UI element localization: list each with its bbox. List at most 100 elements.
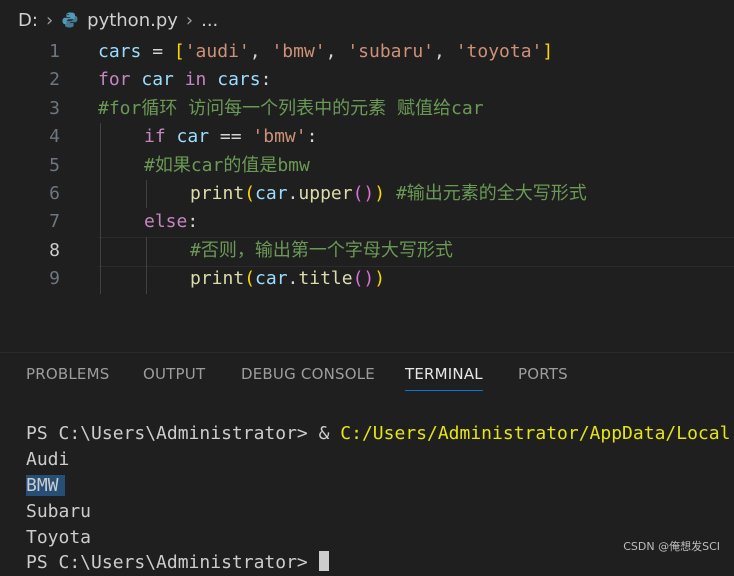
line-number: 5 — [49, 154, 60, 176]
code-text: cars = ['audi', 'bmw', 'subaru', 'toyota… — [98, 38, 553, 66]
code-line[interactable]: 5 #如果car的值是bmw — [0, 152, 734, 180]
code-token: = — [141, 41, 174, 62]
terminal-prompt-line: PS C:\Users\Administrator> — [26, 550, 329, 576]
code-token: . — [287, 183, 299, 204]
code-token: 'bmw' — [252, 126, 307, 148]
terminal-cursor — [318, 551, 329, 571]
terminal-command-path: C:/Users/Administrator/AppData/Local — [340, 423, 731, 444]
code-token: #输出元素的全大写形式 — [395, 183, 587, 204]
code-text: #for循环 访问每一个列表中的元素 赋值给car — [98, 95, 484, 123]
terminal-prompt: PS C:\Users\Administrator> — [26, 423, 319, 444]
line-number: 7 — [49, 211, 60, 233]
tab-debug-console[interactable]: DEBUG CONSOLE — [241, 365, 375, 383]
chevron-right-icon: › — [45, 9, 54, 31]
code-token: #for循环 访问每一个列表中的元素 赋值给car — [98, 97, 484, 119]
breadcrumb: D: › python.py › ... — [0, 0, 734, 40]
code-token: #如果car的值是bmw — [144, 154, 310, 176]
code-token: car — [255, 183, 288, 204]
code-token: ) — [374, 183, 386, 204]
code-token: , — [325, 41, 348, 62]
tab-ports[interactable]: PORTS — [518, 365, 568, 383]
code-token: 'audi' — [184, 41, 250, 62]
tab-terminal[interactable]: TERMINAL — [405, 365, 483, 391]
code-token: ) — [374, 268, 386, 290]
code-line[interactable]: 6 print(car.upper()) #输出元素的全大写形式 — [0, 180, 734, 208]
code-token: car — [165, 126, 220, 148]
line-number: 2 — [49, 69, 60, 91]
code-token: else — [144, 211, 188, 233]
code-token: , — [434, 41, 456, 62]
code-token: : — [306, 126, 318, 148]
indent-guide — [100, 123, 101, 294]
tab-output[interactable]: OUTPUT — [143, 365, 205, 383]
watermark: CSDN @俺想发SCI — [623, 540, 720, 553]
code-token: : — [187, 211, 199, 233]
breadcrumb-symbols[interactable]: ... — [201, 10, 218, 31]
code-token: title — [298, 268, 353, 290]
code-line[interactable]: 1 cars = ['audi', 'bmw', 'subaru', 'toyot… — [0, 38, 734, 66]
code-line[interactable]: 4 if car == 'bmw': — [0, 123, 734, 151]
code-token: == — [219, 126, 253, 148]
terminal-output-line: Toyota — [26, 527, 92, 548]
terminal-command-line: PS C:\Users\Administrator> & C:/Users/Ad… — [26, 421, 730, 447]
code-token: 'toyota' — [455, 41, 543, 62]
code-token: 'subaru' — [347, 41, 435, 62]
code-token: print — [190, 268, 245, 290]
code-token: cars — [206, 69, 261, 91]
code-text: print(car.upper()) #输出元素的全大写形式 — [190, 180, 587, 208]
chevron-right-icon: › — [185, 9, 194, 31]
code-token: car — [130, 69, 185, 91]
code-text: if car == 'bmw': — [144, 123, 317, 151]
code-token: () — [352, 268, 375, 290]
panel-tab-bar: PROBLEMS OUTPUT DEBUG CONSOLE TERMINAL P… — [0, 352, 734, 397]
terminal-prompt: PS C:\Users\Administrator> — [26, 552, 319, 573]
line-number: 9 — [49, 268, 60, 290]
code-token: 'bmw' — [271, 41, 326, 62]
code-token: upper — [298, 183, 353, 204]
line-number: 1 — [49, 41, 60, 62]
code-token: . — [287, 268, 299, 290]
code-token: () — [352, 183, 375, 204]
terminal[interactable]: PS C:\Users\Administrator> & C:/Users/Ad… — [0, 404, 734, 573]
code-text: else: — [144, 208, 198, 236]
indent-guide — [146, 236, 147, 294]
indent-guide — [146, 180, 147, 209]
code-text: for car in cars: — [98, 66, 271, 94]
terminal-selection: BMW — [26, 475, 65, 496]
line-number: 4 — [49, 126, 60, 148]
code-line[interactable]: 3 #for循环 访问每一个列表中的元素 赋值给car — [0, 95, 734, 123]
code-token: ( — [244, 183, 256, 204]
code-token: ] — [542, 41, 554, 62]
code-token: in — [184, 69, 207, 91]
code-line[interactable]: 7 else: — [0, 208, 734, 236]
code-token: car — [255, 268, 288, 290]
line-number: 8 — [49, 239, 60, 261]
code-token: [ — [173, 41, 185, 62]
code-line[interactable]: 2 for car in cars: — [0, 66, 734, 94]
terminal-output-line: Subaru — [26, 501, 92, 522]
tab-problems[interactable]: PROBLEMS — [26, 365, 109, 383]
code-token: cars — [98, 41, 142, 62]
code-token: , — [249, 41, 272, 62]
code-token: print — [190, 183, 245, 204]
code-text: #否则，输出第一个字母大写形式 — [190, 237, 453, 265]
terminal-output-line-selected: BMW — [26, 473, 65, 499]
code-text: print(car.title()) — [190, 265, 385, 293]
breadcrumb-file[interactable]: python.py — [87, 10, 178, 31]
python-file-icon — [62, 12, 78, 28]
code-token: : — [260, 69, 272, 91]
terminal-output-line: Audi — [26, 449, 70, 470]
code-line[interactable]: 9 print(car.title()) — [0, 265, 734, 293]
code-token: for — [98, 69, 131, 91]
breadcrumb-drive[interactable]: D: — [18, 10, 38, 31]
line-number: 3 — [49, 97, 60, 119]
code-text: #如果car的值是bmw — [144, 152, 310, 180]
code-token: #否则，输出第一个字母大写形式 — [190, 239, 453, 261]
code-editor[interactable]: 1 cars = ['audi', 'bmw', 'subaru', 'toyot… — [0, 38, 734, 343]
code-token: ( — [244, 268, 256, 290]
code-line[interactable]: 8 #否则，输出第一个字母大写形式 — [0, 237, 734, 265]
line-number: 6 — [49, 183, 60, 204]
terminal-command-amp: & — [318, 423, 341, 444]
code-token: if — [144, 126, 166, 148]
